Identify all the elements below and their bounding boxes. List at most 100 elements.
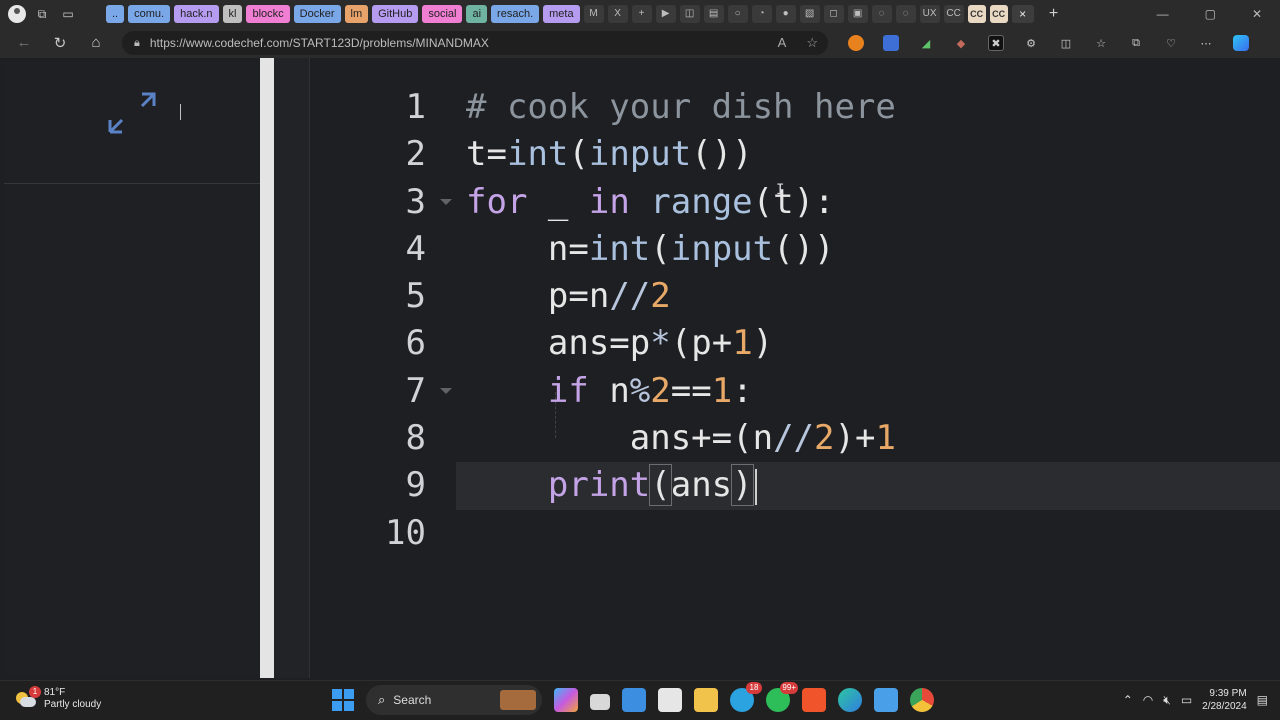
chevron-up-icon[interactable]: ⌃ [1123, 693, 1133, 707]
brave-browser-icon[interactable] [802, 688, 826, 712]
pinned-tab[interactable]: M [583, 5, 604, 23]
pinned-tab[interactable]: ▶ [655, 5, 676, 23]
wifi-icon[interactable]: ◠ [1143, 693, 1153, 707]
start-button-icon[interactable] [332, 689, 354, 711]
code-line[interactable]: for _ in range(t): [456, 179, 1280, 226]
refresh-icon[interactable]: ↻ [50, 34, 70, 52]
read-aloud-icon[interactable]: A [778, 35, 787, 51]
pinned-tab[interactable]: ○ [727, 5, 748, 23]
tab-group[interactable]: lm [344, 5, 369, 23]
telegram-app-icon[interactable]: 18 [730, 682, 762, 712]
panel-resize-handle[interactable] [260, 58, 274, 678]
pinned-tab[interactable]: ◌ [895, 5, 916, 23]
extension-icon[interactable]: ◢ [918, 35, 934, 51]
code-line[interactable]: t=int(input()) [456, 131, 1280, 178]
fold-chevron-icon[interactable] [440, 387, 452, 394]
split-screen-icon[interactable]: ◫ [1058, 35, 1074, 51]
code-line-active[interactable]: print(ans) [456, 462, 1280, 510]
tab-group[interactable]: ai [466, 5, 488, 23]
code-line[interactable]: ans=p*(p+1) [456, 320, 1280, 367]
tab-group[interactable]: kl [222, 5, 243, 23]
tab-group[interactable]: social [422, 5, 463, 23]
notifications-icon[interactable]: ▤ [1257, 693, 1268, 707]
workspaces-icon[interactable]: ⧉ [32, 4, 52, 24]
pinned-tab[interactable]: UX [919, 5, 940, 23]
browser-essentials-icon[interactable]: ♡ [1163, 35, 1179, 51]
tab-group[interactable]: resach. [491, 5, 540, 23]
active-tab-close-button[interactable]: × [1011, 5, 1034, 23]
clock[interactable]: 9:39 PM 2/28/2024 [1202, 687, 1247, 713]
code-line[interactable]: if n%2==1: [456, 368, 1280, 415]
copilot-app-icon[interactable] [554, 688, 578, 712]
fold-chevron-icon[interactable] [440, 198, 452, 205]
volume-mute-icon[interactable]: 🔇︎ [1163, 693, 1171, 708]
codechef-tab[interactable]: CC [989, 5, 1008, 23]
code-line[interactable]: p=n//2 [456, 273, 1280, 320]
pinned-tab[interactable]: ◔ [751, 5, 772, 23]
pinned-tab[interactable]: ● [775, 5, 796, 23]
expand-icon[interactable] [108, 88, 156, 138]
extension-icon[interactable]: ◆ [953, 35, 969, 51]
new-tab-button[interactable]: + [1044, 4, 1064, 24]
profile-avatar[interactable] [8, 5, 26, 23]
task-view-icon[interactable] [590, 694, 610, 710]
metamask-extension-icon[interactable] [848, 35, 864, 51]
address-bar-actions: A ☆ [778, 35, 818, 51]
problem-panel-header [4, 62, 260, 184]
extensions-puzzle-icon[interactable]: ⚙ [1023, 35, 1039, 51]
tab-group[interactable]: comu. [128, 5, 171, 23]
pinned-tab[interactable]: X [607, 5, 628, 23]
code-lines[interactable]: # cook your dish here t=int(input()) for… [456, 84, 1280, 557]
address-bar[interactable]: 🔒︎ https://www.codechef.com/START123D/pr… [122, 31, 828, 55]
code-line[interactable]: ans+=(n//2)+1 [456, 415, 1280, 462]
minimize-icon[interactable]: — [1157, 7, 1169, 21]
code-line[interactable]: n=int(input()) [456, 226, 1280, 273]
pinned-tab[interactable]: ◫ [679, 5, 700, 23]
edge-browser-icon[interactable] [838, 688, 862, 712]
pinned-tab[interactable]: ▧ [799, 5, 820, 23]
back-icon[interactable]: ← [14, 34, 34, 52]
tab-group[interactable]: hack.n [174, 5, 219, 23]
pinned-tab[interactable]: ◌ [871, 5, 892, 23]
maximize-icon[interactable]: ▢ [1205, 7, 1216, 21]
extension-icon[interactable] [883, 35, 899, 51]
pinned-tab[interactable]: ▣ [847, 5, 868, 23]
pinned-tab[interactable]: ◻ [823, 5, 844, 23]
tab-group[interactable]: meta [543, 5, 580, 23]
home-icon[interactable]: ⌂ [86, 34, 106, 52]
code-line[interactable]: # cook your dish here [456, 84, 1280, 131]
pinned-tab[interactable]: + [631, 5, 652, 23]
notepad-app-icon[interactable] [874, 688, 898, 712]
close-window-icon[interactable]: ✕ [1252, 7, 1262, 21]
extensions-bar: ◢ ◆ ✖ ⚙ ◫ ☆ ⧉ ♡ ⋯ [828, 35, 1249, 51]
tab-group[interactable]: Docker [293, 5, 341, 23]
favorite-star-icon[interactable]: ☆ [806, 35, 818, 51]
extension-icon[interactable]: ✖ [988, 35, 1004, 51]
line-number: 2 [405, 134, 426, 175]
taskbar-search[interactable]: ⌕ Search [366, 685, 542, 715]
text-caret [180, 104, 181, 120]
favorites-icon[interactable]: ☆ [1093, 35, 1109, 51]
weather-widget[interactable]: 1 81°F Partly cloudy [14, 686, 101, 711]
more-options-icon[interactable]: ⋯ [1198, 35, 1214, 51]
battery-icon[interactable]: ▭ [1181, 693, 1192, 707]
file-explorer-icon[interactable] [694, 688, 718, 712]
pinned-tab[interactable]: ▤ [703, 5, 724, 23]
amazon-app-icon[interactable] [658, 688, 682, 712]
pinned-tab[interactable]: CC [943, 5, 964, 23]
collections-icon[interactable]: ⧉ [1128, 35, 1144, 51]
code-line[interactable] [456, 510, 1280, 557]
tab-group[interactable]: .. [106, 5, 125, 23]
chrome-browser-icon[interactable] [910, 688, 934, 712]
copilot-icon[interactable] [1233, 35, 1249, 51]
tab-actions-icon[interactable]: ▭ [58, 4, 78, 24]
code-editor[interactable]: 1 2 3 4 5 6 7 8 9 10 # cook your dish he… [310, 62, 1280, 676]
codechef-tab[interactable]: CC [967, 5, 986, 23]
browser-tab-strip: ⧉ ▭ .. comu. hack.n kl blockc Docker lm … [0, 0, 1280, 28]
url-text[interactable]: https://www.codechef.com/START123D/probl… [150, 36, 778, 50]
tab-group[interactable]: GitHub [372, 5, 419, 23]
microsoft-store-icon[interactable] [622, 688, 646, 712]
lock-icon[interactable]: 🔒︎ [134, 37, 140, 50]
whatsapp-app-icon[interactable]: 99+ [766, 682, 798, 712]
tab-group[interactable]: blockc [246, 5, 290, 23]
